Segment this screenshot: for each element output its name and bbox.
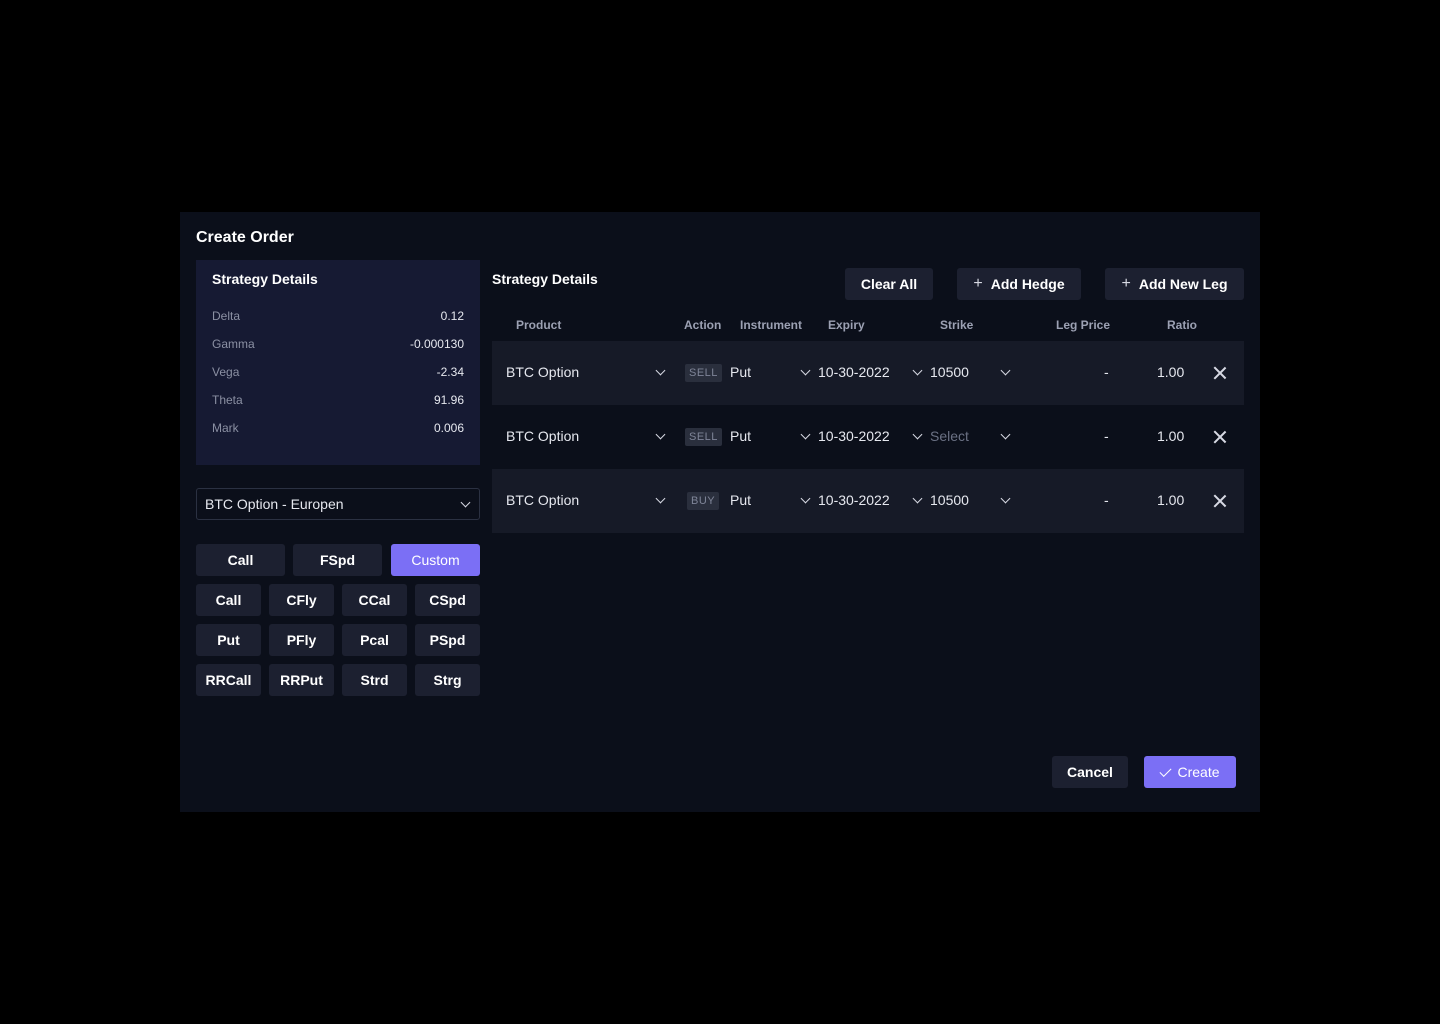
create-order-modal: Create Order Strategy Details Delta 0.12… — [180, 212, 1260, 812]
greek-value: -0.000130 — [409, 337, 464, 351]
add-hedge-label: Add Hedge — [990, 276, 1065, 292]
greek-row-delta: Delta 0.12 — [212, 309, 464, 325]
column-header-strike: Strike — [940, 318, 974, 332]
strategy-button-pspd[interactable]: PSpd — [415, 624, 480, 656]
plus-icon: + — [1121, 275, 1131, 292]
strategy-details-title: Strategy Details — [212, 271, 318, 287]
plus-icon: + — [973, 275, 983, 292]
greek-row-gamma: Gamma -0.000130 — [212, 337, 464, 353]
clear-all-button[interactable]: Clear All — [845, 268, 933, 300]
column-header-action: Action — [684, 318, 722, 332]
greek-label: Theta — [212, 393, 243, 407]
chevron-down-icon[interactable] — [800, 429, 811, 440]
chevron-down-icon[interactable] — [1000, 429, 1011, 440]
chevron-down-icon[interactable] — [1000, 365, 1011, 376]
close-icon[interactable] — [1213, 366, 1227, 380]
strategy-button-cfly[interactable]: CFly — [269, 584, 334, 616]
chevron-down-icon[interactable] — [655, 429, 666, 440]
strategy-button-cspd[interactable]: CSpd — [415, 584, 480, 616]
greek-row-theta: Theta 91.96 — [212, 393, 464, 409]
strategy-button-call-top[interactable]: Call — [196, 544, 285, 576]
greek-label: Mark — [212, 421, 239, 435]
leg-product-value[interactable]: BTC Option — [506, 364, 579, 380]
close-icon[interactable] — [1213, 430, 1227, 444]
leg-expiry-value[interactable]: 10-30-2022 — [818, 492, 890, 508]
strategy-button-pfly[interactable]: PFly — [269, 624, 334, 656]
product-type-select[interactable]: BTC Option - Europen — [196, 488, 480, 520]
leg-row-1: BTC Option SELL Put 10-30-2022 10500 - 1… — [492, 341, 1244, 405]
leg-action-badge[interactable]: BUY — [687, 492, 720, 510]
greek-row-vega: Vega -2.34 — [212, 365, 464, 381]
leg-ratio-value[interactable]: 1.00 — [1157, 428, 1184, 444]
create-button[interactable]: Create — [1144, 756, 1236, 788]
column-header-ratio: Ratio — [1167, 318, 1197, 332]
leg-product-value[interactable]: BTC Option — [506, 492, 579, 508]
leg-strike-select[interactable]: Select — [930, 428, 969, 444]
strategy-button-custom[interactable]: Custom — [391, 544, 480, 576]
greek-label: Gamma — [212, 337, 255, 351]
leg-action-badge[interactable]: SELL — [685, 428, 722, 446]
strategy-button-pcal[interactable]: Pcal — [342, 624, 407, 656]
leg-expiry-value[interactable]: 10-30-2022 — [818, 364, 890, 380]
column-header-instrument: Instrument — [740, 318, 803, 332]
strategy-button-ccal[interactable]: CCal — [342, 584, 407, 616]
greek-value: 0.006 — [433, 421, 464, 435]
greek-label: Vega — [212, 365, 240, 379]
chevron-down-icon[interactable] — [655, 493, 666, 504]
column-header-expiry: Expiry — [828, 318, 865, 332]
chevron-down-icon[interactable] — [800, 493, 811, 504]
strategy-button-strg[interactable]: Strg — [415, 664, 480, 696]
leg-price-value: - — [1104, 364, 1109, 380]
chevron-down-icon — [460, 497, 471, 508]
chevron-down-icon[interactable] — [912, 429, 923, 440]
leg-strike-value[interactable]: 10500 — [930, 492, 969, 508]
add-new-leg-label: Add New Leg — [1138, 276, 1228, 292]
column-header-product: Product — [516, 318, 562, 332]
leg-price-value: - — [1104, 428, 1109, 444]
leg-ratio-value[interactable]: 1.00 — [1157, 492, 1184, 508]
modal-title: Create Order — [196, 229, 294, 246]
column-header-leg-price: Leg Price — [1056, 318, 1111, 332]
leg-ratio-value[interactable]: 1.00 — [1157, 364, 1184, 380]
leg-instrument-value[interactable]: Put — [730, 428, 751, 444]
greek-value: 91.96 — [433, 393, 464, 407]
greek-label: Delta — [212, 309, 241, 323]
add-new-leg-button[interactable]: + Add New Leg — [1105, 268, 1244, 300]
close-icon[interactable] — [1213, 494, 1227, 508]
leg-strike-value[interactable]: 10500 — [930, 364, 969, 380]
leg-action-badge[interactable]: SELL — [685, 364, 722, 382]
cancel-button[interactable]: Cancel — [1052, 756, 1128, 788]
check-icon — [1159, 764, 1172, 777]
leg-expiry-value[interactable]: 10-30-2022 — [818, 428, 890, 444]
chevron-down-icon[interactable] — [800, 365, 811, 376]
greek-row-mark: Mark 0.006 — [212, 421, 464, 437]
leg-product-value[interactable]: BTC Option — [506, 428, 579, 444]
strategy-button-put[interactable]: Put — [196, 624, 261, 656]
chevron-down-icon[interactable] — [1000, 493, 1011, 504]
leg-instrument-value[interactable]: Put — [730, 364, 751, 380]
leg-row-3: BTC Option BUY Put 10-30-2022 10500 - 1.… — [492, 469, 1244, 533]
legs-section-title: Strategy Details — [492, 271, 598, 287]
product-type-value: BTC Option - Europen — [205, 496, 344, 512]
leg-price-value: - — [1104, 492, 1109, 508]
strategy-button-rrput[interactable]: RRPut — [269, 664, 334, 696]
create-label: Create — [1177, 764, 1220, 780]
strategy-button-strd[interactable]: Strd — [342, 664, 407, 696]
chevron-down-icon[interactable] — [912, 365, 923, 376]
strategy-button-fspd[interactable]: FSpd — [293, 544, 382, 576]
strategy-details-panel: Strategy Details Delta 0.12 Gamma -0.000… — [196, 260, 480, 465]
chevron-down-icon[interactable] — [912, 493, 923, 504]
leg-instrument-value[interactable]: Put — [730, 492, 751, 508]
leg-row-2: BTC Option SELL Put 10-30-2022 Select - … — [492, 405, 1244, 469]
clear-all-label: Clear All — [860, 276, 918, 292]
strategy-button-call[interactable]: Call — [196, 584, 261, 616]
greek-value: 0.12 — [440, 309, 464, 323]
strategy-button-rrcall[interactable]: RRCall — [196, 664, 261, 696]
add-hedge-button[interactable]: + Add Hedge — [957, 268, 1081, 300]
chevron-down-icon[interactable] — [655, 365, 666, 376]
greek-value: -2.34 — [436, 365, 464, 379]
